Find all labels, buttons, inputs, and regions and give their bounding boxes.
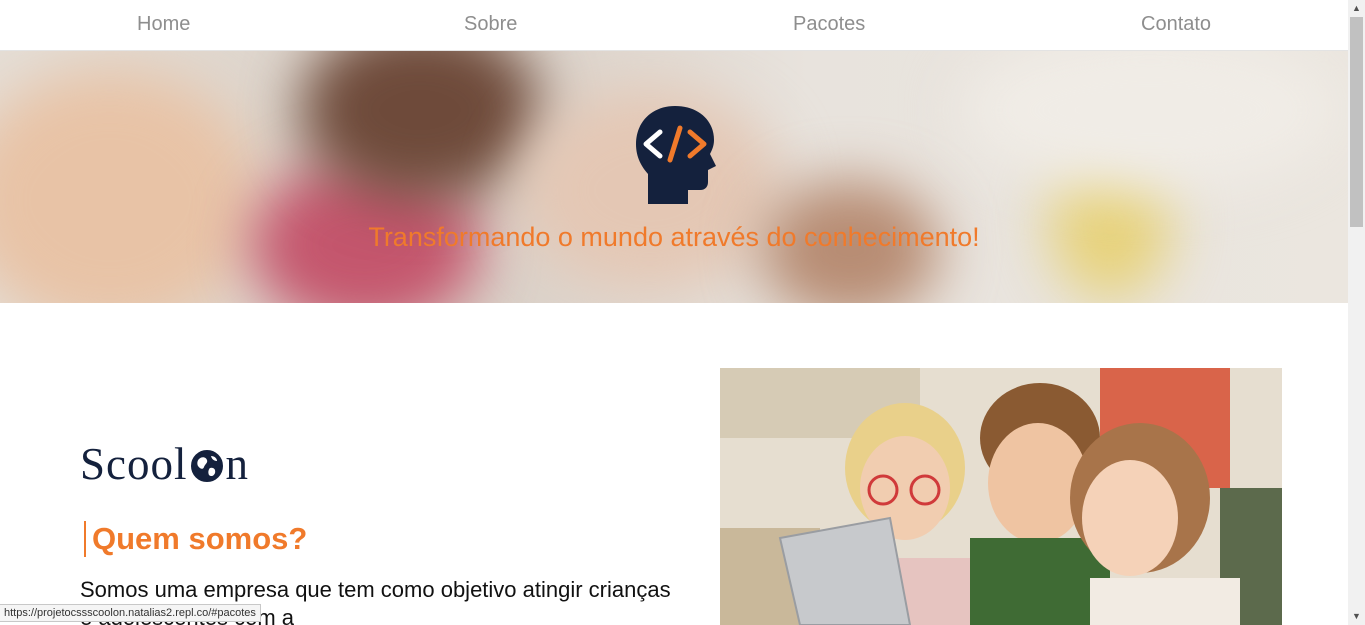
nav-link-sobre[interactable]: Sobre	[464, 13, 517, 36]
hero-bg-shape	[0, 70, 260, 303]
code-head-logo-icon	[636, 106, 716, 204]
nav-link-home[interactable]: Home	[137, 13, 190, 36]
brand-logo: Scool n	[80, 438, 250, 489]
nav-link-contato[interactable]: Contato	[1141, 13, 1211, 36]
nav-link-pacotes[interactable]: Pacotes	[793, 13, 865, 36]
vertical-scrollbar[interactable]: ▲ ▼	[1348, 0, 1365, 625]
globe-icon	[190, 450, 223, 482]
scroll-down-arrow-icon[interactable]: ▼	[1348, 608, 1365, 625]
hero-tagline: Transformando o mundo através do conheci…	[368, 222, 980, 252]
top-navigation: Home Sobre Pacotes Contato	[0, 0, 1348, 51]
link-status-bar: https://projetocssscoolon.natalias2.repl…	[0, 604, 261, 622]
page: Home Sobre Pacotes Contato Transformando…	[0, 0, 1348, 625]
brand-name-prefix: Scool	[80, 439, 188, 489]
brand-name-suffix: n	[225, 439, 250, 489]
about-heading: Quem somos?	[84, 521, 307, 557]
hero-banner: Transformando o mundo através do conheci…	[0, 50, 1348, 303]
scrollbar-thumb[interactable]	[1350, 17, 1363, 227]
children-laptop-photo	[720, 368, 1282, 625]
photo-illustration	[720, 368, 1282, 625]
hero-bg-shape	[960, 50, 1340, 190]
scroll-up-arrow-icon[interactable]: ▲	[1348, 0, 1365, 17]
